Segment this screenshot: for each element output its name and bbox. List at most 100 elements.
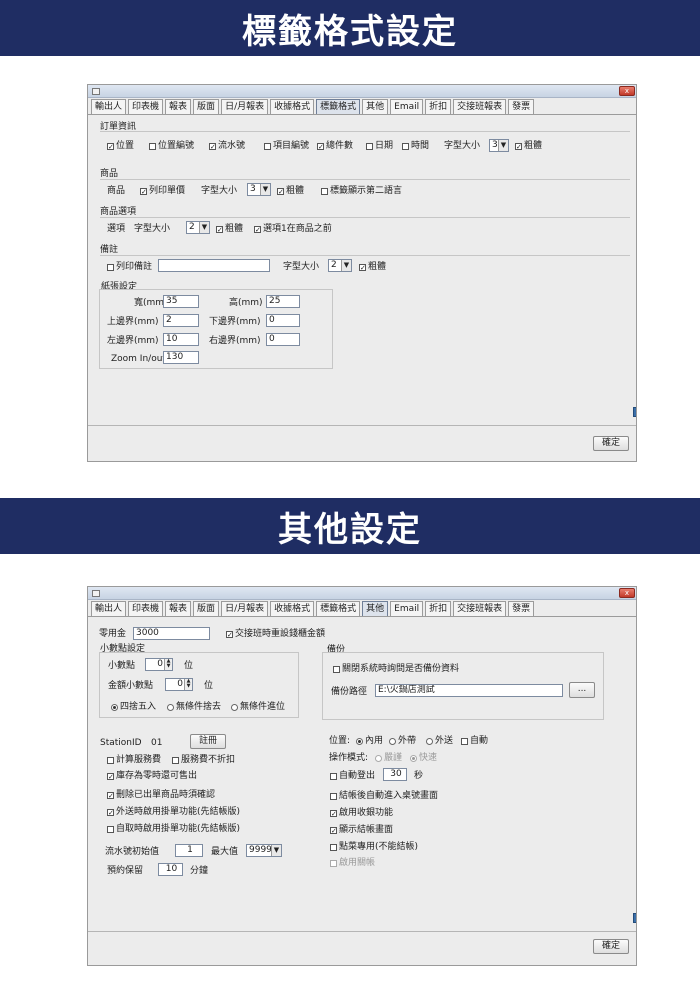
checkbox-label: 點菜專用(不能結帳) [339, 842, 419, 852]
checkbox-print-price[interactable] [140, 188, 147, 195]
top-margin-input[interactable]: 2 [163, 314, 199, 327]
width-input[interactable]: 35 [163, 295, 199, 308]
tab-label-format[interactable]: 標籤格式 [316, 99, 361, 114]
tab-shift-report[interactable]: 交接班報表 [453, 601, 507, 616]
checkbox-position[interactable] [107, 143, 114, 150]
tab-shift-report[interactable]: 交接班報表 [453, 99, 507, 114]
checkbox-auto[interactable] [461, 738, 468, 745]
spinner-arrows-icon[interactable]: ▲ ▼ [164, 659, 172, 670]
register-button[interactable]: 註冊 [190, 734, 226, 749]
ok-button[interactable]: 確定 [593, 436, 629, 451]
auto-logout-unit: 秒 [414, 771, 424, 781]
tab-invoice[interactable]: 發票 [508, 99, 535, 114]
tab-report[interactable]: 報表 [165, 99, 192, 114]
checkbox-label: 粗體 [225, 224, 244, 234]
ok-button[interactable]: 確定 [593, 939, 629, 954]
close-button[interactable]: x [619, 86, 635, 96]
note-input[interactable] [158, 259, 270, 272]
tab-invoice[interactable]: 發票 [508, 601, 535, 616]
left-margin-label: 左邊界(mm) [107, 336, 159, 346]
checkbox-option-before[interactable] [254, 226, 261, 233]
tab-email[interactable]: Email [390, 601, 424, 616]
reserve-input[interactable]: 10 [158, 863, 183, 876]
checkbox-cashier[interactable] [330, 810, 337, 817]
radio-round-down[interactable] [167, 704, 174, 711]
checkbox-order-only[interactable] [330, 844, 337, 851]
tab-receipt-format[interactable]: 收據格式 [270, 99, 315, 114]
radio-takeout[interactable] [389, 738, 396, 745]
tab-daily-monthly[interactable]: 日/月報表 [221, 601, 269, 616]
checkbox-option-bold[interactable] [216, 226, 223, 233]
checkbox-second-language[interactable] [321, 188, 328, 195]
checkbox-print-note[interactable] [107, 264, 114, 271]
tab-layout[interactable]: 版面 [193, 99, 220, 114]
tab-email[interactable]: Email [390, 99, 424, 114]
checkbox-serial[interactable] [209, 143, 216, 150]
right-margin-input[interactable]: 0 [266, 333, 300, 346]
tab-discount[interactable]: 折扣 [425, 601, 452, 616]
petty-cash-input[interactable]: 3000 [133, 627, 210, 640]
checkbox-service-no-discount[interactable] [172, 757, 179, 764]
checkbox-confirm-delete[interactable] [107, 792, 114, 799]
radio-delivery[interactable] [426, 738, 433, 745]
checkbox-total-count[interactable] [317, 143, 324, 150]
left-margin-input[interactable]: 10 [163, 333, 199, 346]
radio-round-up[interactable] [231, 704, 238, 711]
checkbox-sell-zero-stock[interactable] [107, 773, 114, 780]
checkbox-delivery-hold[interactable] [107, 809, 114, 816]
decimal-stepper[interactable]: 0 ▲ ▼ [145, 658, 173, 671]
checkbox-pickup-hold[interactable] [107, 826, 114, 833]
amount-decimal-stepper[interactable]: 0 ▲ ▼ [165, 678, 193, 691]
bottom-margin-input[interactable]: 0 [266, 314, 300, 327]
radio-fast-mode[interactable] [410, 755, 417, 762]
chevron-down-icon: ▼ [271, 845, 281, 856]
tab-report[interactable]: 報表 [165, 601, 192, 616]
backup-path-input[interactable]: E:\火鍋店測試 [375, 684, 563, 697]
checkbox-order-bold[interactable] [515, 143, 522, 150]
order-font-size-select[interactable]: 3 ▼ [489, 139, 509, 152]
tab-printer[interactable]: 印表機 [128, 601, 164, 616]
checkbox-auto-logout[interactable] [330, 773, 337, 780]
checkbox-auto-table-screen[interactable] [330, 793, 337, 800]
tab-discount[interactable]: 折扣 [425, 99, 452, 114]
scroll-handle-icon[interactable] [633, 913, 636, 923]
checkbox-service-fee[interactable] [107, 757, 114, 764]
checkbox-item-no[interactable] [264, 143, 271, 150]
checkbox-label: 時間 [411, 141, 430, 151]
serial-max-select[interactable]: 9999 ▼ [246, 844, 282, 857]
tab-layout[interactable]: 版面 [193, 601, 220, 616]
tab-output[interactable]: 輸出人 [91, 99, 127, 114]
tab-other[interactable]: 其他 [362, 601, 389, 616]
checkbox-time[interactable] [402, 143, 409, 150]
radio-strict-mode[interactable] [375, 755, 382, 762]
browse-button[interactable]: ... [569, 682, 595, 698]
tab-label-format[interactable]: 標籤格式 [316, 601, 361, 616]
checkbox-show-checkout[interactable] [330, 827, 337, 834]
radio-dine-in[interactable] [356, 738, 363, 745]
scroll-handle-icon[interactable] [633, 407, 636, 417]
tab-receipt-format[interactable]: 收據格式 [270, 601, 315, 616]
auto-logout-input[interactable]: 30 [383, 768, 407, 781]
checkbox-reset-cash[interactable] [226, 631, 233, 638]
tab-other[interactable]: 其他 [362, 99, 389, 114]
tab-output[interactable]: 輸出人 [91, 601, 127, 616]
checkbox-date[interactable] [366, 143, 373, 150]
checkbox-position-no[interactable] [149, 143, 156, 150]
tab-printer[interactable]: 印表機 [128, 99, 164, 114]
checkbox-close-account[interactable] [330, 860, 337, 867]
product-font-size-select[interactable]: 3 ▼ [247, 183, 271, 196]
note-font-size-select[interactable]: 2 ▼ [328, 259, 352, 272]
zoom-input[interactable]: 130 [163, 351, 199, 364]
spinner-arrows-icon[interactable]: ▲ ▼ [184, 679, 192, 690]
radio-round-half[interactable] [111, 704, 118, 711]
checkbox-note-bold[interactable] [359, 264, 366, 271]
checkbox-product-bold[interactable] [277, 188, 284, 195]
tab-daily-monthly[interactable]: 日/月報表 [221, 99, 269, 114]
option-row-label: 選項 [107, 224, 126, 234]
checkbox-ask-backup[interactable] [333, 666, 340, 673]
serial-start-input[interactable]: 1 [175, 844, 203, 857]
close-button[interactable]: x [619, 588, 635, 598]
option-font-size-select[interactable]: 2 ▼ [186, 221, 210, 234]
height-input[interactable]: 25 [266, 295, 300, 308]
decimal-label: 小數點 [108, 661, 136, 671]
